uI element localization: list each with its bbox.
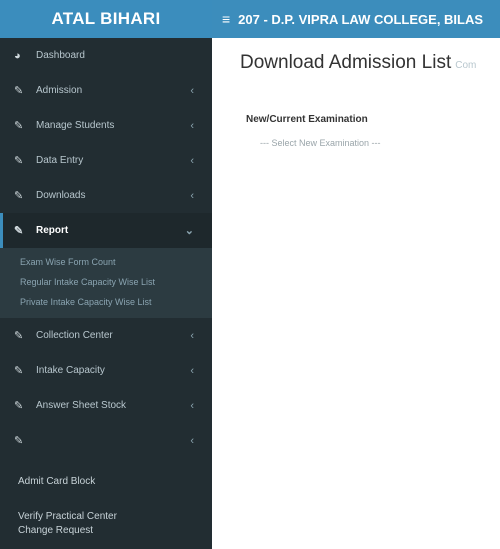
sidebar-item-answer-sheet-stock[interactable]: ✎ Answer Sheet Stock ‹: [0, 388, 212, 423]
sidebar-item-manage-students[interactable]: ✎ Manage Students ‹: [0, 108, 212, 143]
chevron-left-icon: ‹: [190, 119, 194, 132]
page-title-text: Download Admission List: [240, 52, 452, 73]
edit-icon: ✎: [14, 190, 24, 202]
sidebar-item-intake-capacity[interactable]: ✎ Intake Capacity ‹: [0, 353, 212, 388]
chevron-left-icon: ‹: [190, 329, 194, 342]
edit-icon: ✎: [14, 435, 24, 447]
sidebar-item-collection-center[interactable]: ✎ Collection Center ‹: [0, 318, 212, 353]
sidebar-item-label: Manage Students: [36, 120, 115, 131]
brand-logo[interactable]: ATAL BIHARI: [0, 0, 212, 38]
sidebar-item-label: Dashboard: [36, 50, 85, 61]
sidebar-item-admit-card-block[interactable]: Admit Card Block: [0, 458, 212, 504]
sidebar-item-unlabeled[interactable]: ✎ ‹: [0, 423, 212, 458]
exam-label: New/Current Examination: [246, 114, 368, 125]
sidebar-item-label: Admission: [36, 85, 83, 96]
edit-icon: ✎: [14, 85, 24, 97]
sidebar-item-label: Report: [36, 225, 69, 236]
main-content: Download Admission List Com New/Current E…: [212, 38, 500, 549]
sidebar: ◕ Dashboard ✎ Admission ‹ ✎ Manage Stude…: [0, 38, 212, 549]
edit-icon: ✎: [14, 365, 24, 377]
hamburger-icon[interactable]: ≡: [222, 11, 230, 27]
dashboard-icon: ◕: [14, 49, 21, 62]
submenu-item-exam-wise-form-count[interactable]: Exam Wise Form Count: [0, 252, 212, 272]
chevron-left-icon: ‹: [190, 84, 194, 97]
sidebar-item-data-entry[interactable]: ✎ Data Entry ‹: [0, 143, 212, 178]
sidebar-item-label: Intake Capacity: [36, 365, 105, 376]
chevron-left-icon: ‹: [190, 364, 194, 377]
sidebar-item-label: Answer Sheet Stock: [36, 400, 127, 411]
sidebar-item-label-line1: Verify Practical Center: [18, 511, 117, 522]
sidebar-item-label: Collection Center: [36, 330, 113, 341]
edit-icon: ✎: [14, 225, 24, 237]
page-title: Download Admission List Com: [240, 52, 476, 74]
report-submenu: Exam Wise Form Count Regular Intake Capa…: [0, 248, 212, 318]
submenu-item-regular-intake-capacity[interactable]: Regular Intake Capacity Wise List: [0, 272, 212, 292]
edit-icon: ✎: [14, 330, 24, 342]
submenu-item-private-intake-capacity[interactable]: Private Intake Capacity Wise List: [0, 292, 212, 312]
top-navbar: ≡ 207 - D.P. VIPRA LAW COLLEGE, BILAS: [212, 0, 500, 38]
sidebar-item-label-line2: Change Request: [18, 525, 94, 536]
edit-icon: ✎: [14, 400, 24, 412]
page-subtitle: Com: [455, 60, 477, 71]
sidebar-item-verify-practical-center[interactable]: Verify Practical Center Change Request: [0, 510, 212, 538]
sidebar-item-label: Data Entry: [36, 155, 84, 166]
sidebar-item-report[interactable]: ✎ Report ⌄: [0, 213, 212, 248]
sidebar-item-dashboard[interactable]: ◕ Dashboard: [0, 38, 212, 73]
brand-title: ATAL BIHARI: [51, 9, 161, 28]
chevron-left-icon: ‹: [190, 399, 194, 412]
sidebar-item-admission[interactable]: ✎ Admission ‹: [0, 73, 212, 108]
edit-icon: ✎: [14, 120, 24, 132]
edit-icon: ✎: [14, 155, 24, 167]
chevron-left-icon: ‹: [190, 189, 194, 202]
sidebar-item-downloads[interactable]: ✎ Downloads ‹: [0, 178, 212, 213]
exam-select[interactable]: --- Select New Examination ---: [260, 138, 381, 148]
chevron-left-icon: ‹: [190, 154, 194, 167]
college-name: 207 - D.P. VIPRA LAW COLLEGE, BILAS: [238, 11, 484, 27]
chevron-down-icon: ⌄: [184, 225, 194, 237]
chevron-left-icon: ‹: [190, 434, 194, 447]
sidebar-item-label: Downloads: [36, 190, 86, 201]
